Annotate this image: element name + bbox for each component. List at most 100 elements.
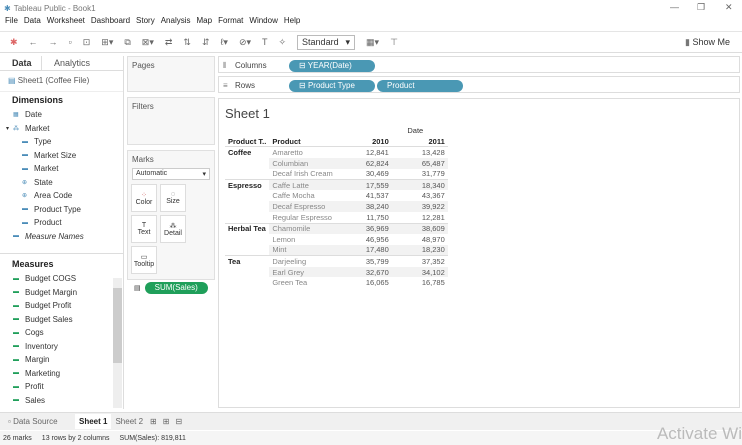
measure-field[interactable]: ▬ Margin [0, 353, 123, 367]
sum-sales-pill[interactable]: SUM(Sales) [144, 282, 208, 294]
product-type-cell[interactable]: Espresso [225, 178, 270, 191]
value-cell[interactable]: 38,240 [335, 201, 392, 213]
menu-analysis[interactable]: Analysis [161, 16, 191, 29]
size-button[interactable]: ◌ Size [160, 184, 186, 212]
forward-icon[interactable]: → [49, 37, 58, 47]
scrollbar[interactable] [113, 278, 122, 408]
value-cell[interactable]: 37,352 [391, 255, 448, 267]
product-cell[interactable]: Amaretto [269, 146, 336, 158]
measure-field[interactable]: ▬ Budget Sales [0, 313, 123, 327]
clear-icon[interactable]: ⊠▾ [142, 37, 154, 48]
year-date-pill[interactable]: ⊟ YEAR(Date) [289, 59, 375, 72]
value-cell[interactable]: 18,230 [391, 244, 448, 256]
dimension-field[interactable]: ▾ ⁂ Market [0, 122, 123, 136]
menu-worksheet[interactable]: Worksheet [47, 16, 85, 29]
col-header[interactable]: Product T.. [225, 136, 269, 147]
product-cell[interactable]: Green Tea [269, 277, 335, 288]
product-cell[interactable]: Decaf Espresso [269, 201, 336, 213]
value-cell[interactable]: 32,670 [335, 266, 392, 278]
maximize-icon[interactable]: ❐ [697, 2, 705, 13]
product-cell[interactable]: Mint [269, 244, 336, 256]
product-type-cell[interactable] [225, 212, 269, 223]
dimension-field[interactable]: ▬ Product Type [0, 203, 123, 217]
sort-asc-icon[interactable]: ⇅ [183, 37, 191, 48]
menu-data[interactable]: Data [24, 16, 41, 29]
value-cell[interactable]: 17,480 [335, 244, 392, 256]
product-cell[interactable]: Lemon [269, 234, 335, 245]
product-cell[interactable]: Earl Grey [269, 266, 336, 278]
new-sheet-icon[interactable]: ⊞▾ [101, 37, 113, 48]
product-type-cell[interactable]: Tea [225, 255, 270, 267]
menu-help[interactable]: Help [284, 16, 300, 29]
product-type-cell[interactable] [225, 245, 269, 256]
product-type-cell[interactable] [225, 190, 269, 201]
value-cell[interactable]: 62,824 [335, 157, 392, 169]
menu-story[interactable]: Story [136, 16, 155, 29]
col-header[interactable]: 2011 [392, 136, 448, 147]
value-cell[interactable]: 17,559 [335, 178, 392, 191]
measure-field[interactable]: ▬ Sales [0, 394, 123, 408]
menu-dashboard[interactable]: Dashboard [91, 16, 130, 29]
presentation-icon[interactable]: ⊤ [390, 37, 398, 48]
product-cell[interactable]: Chamomile [269, 222, 336, 234]
measure-field[interactable]: ▬ Marketing [0, 367, 123, 381]
dimension-field[interactable]: ⊕ Area Code [0, 189, 123, 203]
sort-desc-icon[interactable]: ⇵ [202, 37, 210, 48]
value-cell[interactable]: 48,970 [392, 234, 448, 245]
value-cell[interactable]: 16,065 [336, 277, 392, 288]
value-cell[interactable]: 11,750 [336, 212, 392, 223]
menu-map[interactable]: Map [197, 16, 213, 29]
tooltip-button[interactable]: ▭ Tooltip [131, 246, 157, 274]
value-cell[interactable]: 30,469 [336, 169, 392, 180]
datasource-item[interactable]: ▤ Sheet1 (Coffee File) [0, 71, 123, 92]
text-button[interactable]: T Text [131, 215, 157, 243]
product-type-pill[interactable]: ⊟ Product Type [289, 79, 375, 92]
color-button[interactable]: ⁘ Color [131, 184, 157, 212]
value-cell[interactable]: 41,537 [336, 190, 392, 201]
measure-names-field[interactable]: ▬ Measure Names [0, 230, 123, 244]
product-type-cell[interactable] [225, 158, 269, 169]
expand-icon[interactable]: ▾ [6, 125, 13, 132]
value-cell[interactable]: 46,956 [336, 234, 392, 245]
new-dashboard-icon[interactable]: ⊞ [160, 417, 173, 426]
tab-data[interactable]: Data [0, 56, 42, 70]
measure-field[interactable]: ▬ Budget Margin [0, 286, 123, 300]
measure-field[interactable]: ▬ Profit [0, 380, 123, 394]
product-pill[interactable]: Product [377, 79, 463, 92]
value-cell[interactable]: 39,922 [391, 201, 448, 213]
value-cell[interactable]: 16,785 [392, 277, 448, 288]
col-header[interactable]: Product [269, 136, 335, 147]
value-cell[interactable]: 31,779 [392, 169, 448, 180]
tab-sheet-1[interactable]: Sheet 1 [75, 414, 112, 429]
product-cell[interactable]: Columbian [269, 157, 336, 169]
dimension-field[interactable]: ▬ Market [0, 162, 123, 176]
highlight-icon[interactable]: ℓ▾ [221, 37, 228, 48]
data-source-tab[interactable]: ▫ Data Source [0, 417, 75, 426]
show-me-button[interactable]: ▮ Show Me [685, 37, 730, 48]
menu-window[interactable]: Window [249, 16, 277, 29]
new-datasource-icon[interactable]: ⊡ [83, 37, 91, 48]
swap-icon[interactable]: ⇄ [165, 37, 173, 48]
minimize-icon[interactable]: — [670, 2, 679, 12]
measure-field[interactable]: ▬ Cogs [0, 326, 123, 340]
close-icon[interactable]: ✕ [725, 2, 733, 13]
mark-type-dropdown[interactable]: Automatic ▾ [132, 168, 210, 180]
value-cell[interactable]: 35,799 [335, 255, 392, 267]
back-icon[interactable]: ← [29, 37, 38, 47]
product-type-cell[interactable] [225, 277, 269, 288]
tab-analytics[interactable]: Analytics [42, 56, 123, 70]
save-icon[interactable]: ▫ [69, 37, 72, 47]
product-type-cell[interactable] [225, 169, 269, 180]
dimension-field[interactable]: ▬ Product [0, 216, 123, 230]
product-type-cell[interactable]: Herbal Tea [225, 222, 270, 234]
menu-file[interactable]: File [5, 16, 18, 29]
value-cell[interactable]: 34,102 [391, 266, 448, 278]
pin-icon[interactable]: ✧ [279, 37, 287, 48]
duplicate-icon[interactable]: ⧉ [124, 37, 130, 48]
group-icon[interactable]: ⊘▾ [239, 37, 251, 48]
dimension-field[interactable]: ⊕ State [0, 176, 123, 190]
dimension-field[interactable]: ▦ Date [0, 108, 123, 122]
value-cell[interactable]: 36,969 [335, 222, 392, 234]
fit-dropdown[interactable]: Standard ▾ [297, 34, 356, 50]
dimension-field[interactable]: ▬ Type [0, 135, 123, 149]
